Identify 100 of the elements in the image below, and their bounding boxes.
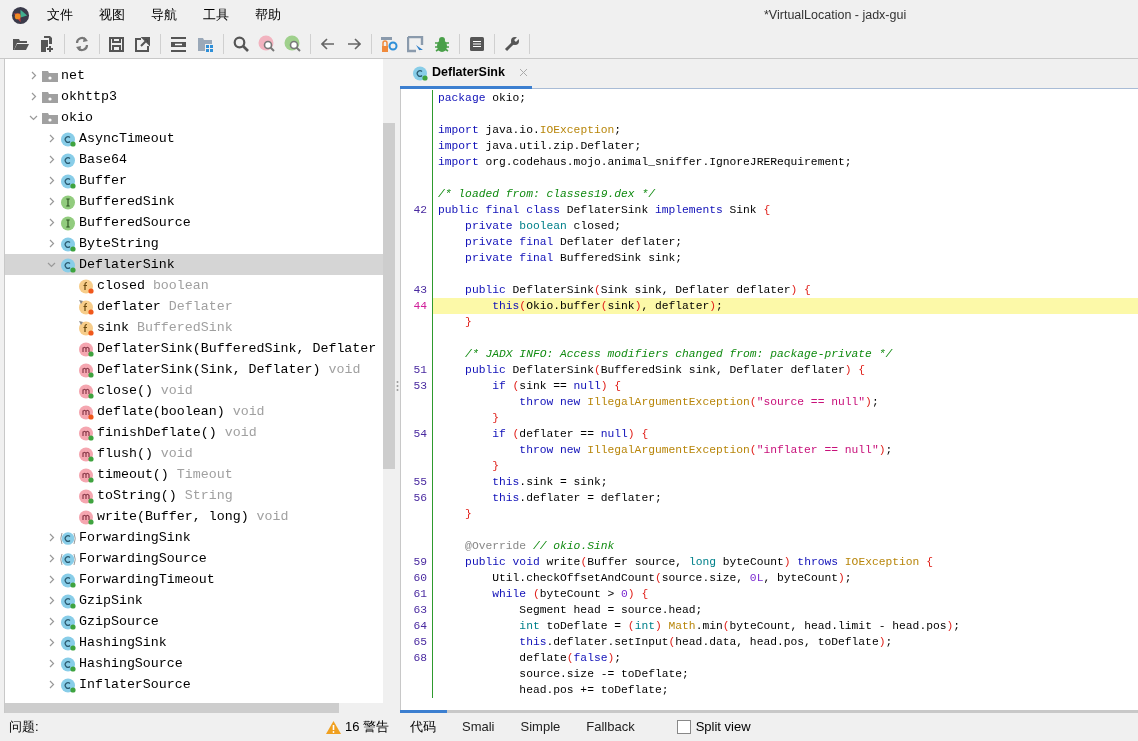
folder-icon[interactable] xyxy=(12,36,30,52)
menu-item[interactable]: 导航 xyxy=(144,5,184,25)
tree-item[interactable]: BufferedSource xyxy=(5,212,383,233)
tree-item[interactable]: net xyxy=(5,65,383,86)
tree-item[interactable]: deflater Deflater xyxy=(5,296,383,317)
export-icon[interactable] xyxy=(135,36,150,52)
image-cursor-icon[interactable] xyxy=(407,35,424,53)
tree-item[interactable]: close() void xyxy=(5,380,383,401)
folder-grid-icon[interactable] xyxy=(197,36,214,52)
tree-item[interactable]: okio xyxy=(5,107,383,128)
class-icon xyxy=(60,256,76,273)
line-number: 64 xyxy=(401,618,433,634)
code-line: @Override // okio.Sink xyxy=(464,539,616,554)
chevron-down-icon[interactable] xyxy=(28,113,38,122)
code-line: source.size -= toDeflate; xyxy=(518,667,690,682)
menu-item[interactable]: 工具 xyxy=(196,5,236,25)
split-view-checkbox[interactable] xyxy=(676,720,691,734)
code-line: package okio; xyxy=(437,91,528,106)
view-tab[interactable]: 代码 xyxy=(400,715,446,739)
tree-item[interactable]: flush() void xyxy=(5,443,383,464)
add-file-icon[interactable] xyxy=(39,35,55,53)
tree-item[interactable]: DeflaterSink xyxy=(5,254,383,275)
tree-item[interactable]: ForwardingSource xyxy=(5,548,383,569)
class-icon xyxy=(60,676,76,693)
field-icon xyxy=(78,319,94,336)
view-tab[interactable]: Simple xyxy=(510,715,571,739)
close-icon[interactable] xyxy=(518,68,528,77)
split-view-label[interactable]: Split view xyxy=(695,717,751,737)
view-tab[interactable]: Smali xyxy=(452,715,505,739)
tree-item[interactable]: ForwardingTimeout xyxy=(5,569,383,590)
menu-item[interactable]: 帮助 xyxy=(248,5,288,25)
tree-item[interactable]: GzipSource xyxy=(5,611,383,632)
interface-icon xyxy=(60,214,76,231)
lock-gear-icon[interactable] xyxy=(380,35,398,53)
method-icon xyxy=(78,361,94,378)
tree-item[interactable]: sink BufferedSink xyxy=(5,317,383,338)
code-line: head.pos += toDeflate; xyxy=(518,683,670,698)
bug-icon[interactable] xyxy=(434,35,450,53)
warning-icon xyxy=(325,720,341,734)
tree-item[interactable]: InflaterSource xyxy=(5,674,383,695)
save-icon[interactable] xyxy=(109,36,124,52)
splitter-handle-icon[interactable] xyxy=(396,380,399,392)
type-label: void xyxy=(232,402,265,421)
tree-item[interactable]: BufferedSink xyxy=(5,191,383,212)
tree-item[interactable]: AsyncTimeout xyxy=(5,128,383,149)
class-icon xyxy=(60,151,76,168)
align-icon[interactable] xyxy=(170,36,187,52)
menu-item[interactable]: 文件 xyxy=(40,5,80,25)
view-tab[interactable]: Fallback xyxy=(576,715,645,739)
code-line: import java.io.IOException; xyxy=(437,123,623,138)
tree-item[interactable]: GzipSink xyxy=(5,590,383,611)
abstract-class-icon xyxy=(60,550,76,567)
method-icon xyxy=(78,487,94,504)
line-number: 51 xyxy=(401,362,433,378)
forward-arrow-icon[interactable] xyxy=(347,38,361,50)
search-class-icon[interactable] xyxy=(258,35,276,53)
code-line: } xyxy=(491,459,500,474)
tree-item[interactable]: closed boolean xyxy=(5,275,383,296)
line-number: 55 xyxy=(401,474,433,490)
warning-count[interactable]: 16 警告 xyxy=(344,717,389,737)
type-label: void xyxy=(224,423,257,442)
type-label: Deflater xyxy=(168,297,233,316)
line-number: 43 xyxy=(401,282,433,298)
tree-item[interactable]: finishDeflate() void xyxy=(5,422,383,443)
problems-label: 问题: xyxy=(9,718,39,737)
tree-item[interactable]: write(Buffer, long) void xyxy=(5,506,383,527)
tree-item[interactable]: DeflaterSink(BufferedSink, Deflater xyxy=(5,338,383,359)
menu-item[interactable]: 视图 xyxy=(92,5,132,25)
tree-item[interactable]: DeflaterSink(Sink, Deflater) void xyxy=(5,359,383,380)
line-number: 42 xyxy=(401,202,433,218)
tree-item[interactable]: ByteString xyxy=(5,233,383,254)
line-number: 53 xyxy=(401,378,433,394)
scrollbar[interactable] xyxy=(5,703,395,713)
tree-item[interactable]: HashingSource xyxy=(5,653,383,674)
wrench-icon[interactable] xyxy=(504,36,520,52)
class-icon xyxy=(60,571,76,588)
tree-item[interactable]: ForwardingSink xyxy=(5,527,383,548)
code-line: this.sink = sink; xyxy=(491,475,609,490)
code-line: this.deflater.setInput(head.data, head.pos, toDeflate); xyxy=(518,635,894,650)
log-icon[interactable] xyxy=(470,37,484,51)
refresh-icon[interactable] xyxy=(74,36,90,52)
search-icon[interactable] xyxy=(233,36,249,52)
tree-item[interactable]: toString() String xyxy=(5,485,383,506)
tree-item[interactable]: Buffer xyxy=(5,170,383,191)
tree-item[interactable]: deflate(boolean) void xyxy=(5,401,383,422)
chevron-down-icon[interactable] xyxy=(46,260,56,269)
line-number: 61 xyxy=(401,586,433,602)
scrollbar[interactable] xyxy=(383,59,395,703)
tree-item[interactable]: HashingSink xyxy=(5,632,383,653)
type-label: void xyxy=(160,381,193,400)
method-icon xyxy=(78,340,94,357)
tree-item[interactable]: timeout() Timeout xyxy=(5,464,383,485)
code-line: throw new IllegalArgumentException("inflater == null"); xyxy=(518,443,894,458)
type-label: void xyxy=(256,507,289,526)
back-arrow-icon[interactable] xyxy=(321,38,335,50)
line-number: 56 xyxy=(401,490,433,506)
method-icon xyxy=(78,403,94,420)
search-usage-icon[interactable] xyxy=(284,35,302,53)
tree-item[interactable]: Base64 xyxy=(5,149,383,170)
tree-item[interactable]: okhttp3 xyxy=(5,86,383,107)
